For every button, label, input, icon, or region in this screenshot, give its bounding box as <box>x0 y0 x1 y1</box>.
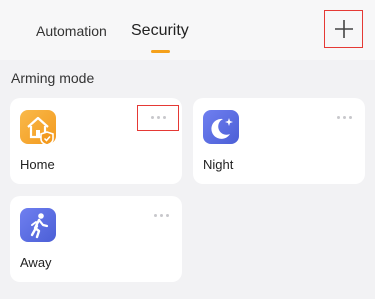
tab-automation[interactable]: Automation <box>36 21 107 41</box>
mode-card-away[interactable]: Away <box>10 196 182 282</box>
mode-card-home[interactable]: Home <box>10 98 182 184</box>
more-options-button[interactable] <box>331 110 361 126</box>
section-title: Arming mode <box>11 70 95 86</box>
home-shield-icon <box>20 110 56 146</box>
mode-card-night[interactable]: Night <box>193 98 365 184</box>
top-bar: Automation Security <box>0 0 375 60</box>
more-options-button[interactable] <box>137 105 179 131</box>
more-dots-icon <box>337 116 352 119</box>
tab-security[interactable]: Security <box>131 21 189 41</box>
mode-label-home: Home <box>20 157 55 172</box>
plus-icon <box>335 20 353 38</box>
active-tab-indicator <box>151 50 170 53</box>
mode-label-night: Night <box>203 157 234 172</box>
add-button[interactable] <box>324 10 363 48</box>
more-dots-icon <box>154 214 169 217</box>
moon-star-icon <box>203 110 239 144</box>
walking-person-icon <box>20 208 56 242</box>
more-options-button[interactable] <box>148 208 178 224</box>
more-dots-icon <box>151 116 166 119</box>
mode-label-away: Away <box>20 255 52 270</box>
